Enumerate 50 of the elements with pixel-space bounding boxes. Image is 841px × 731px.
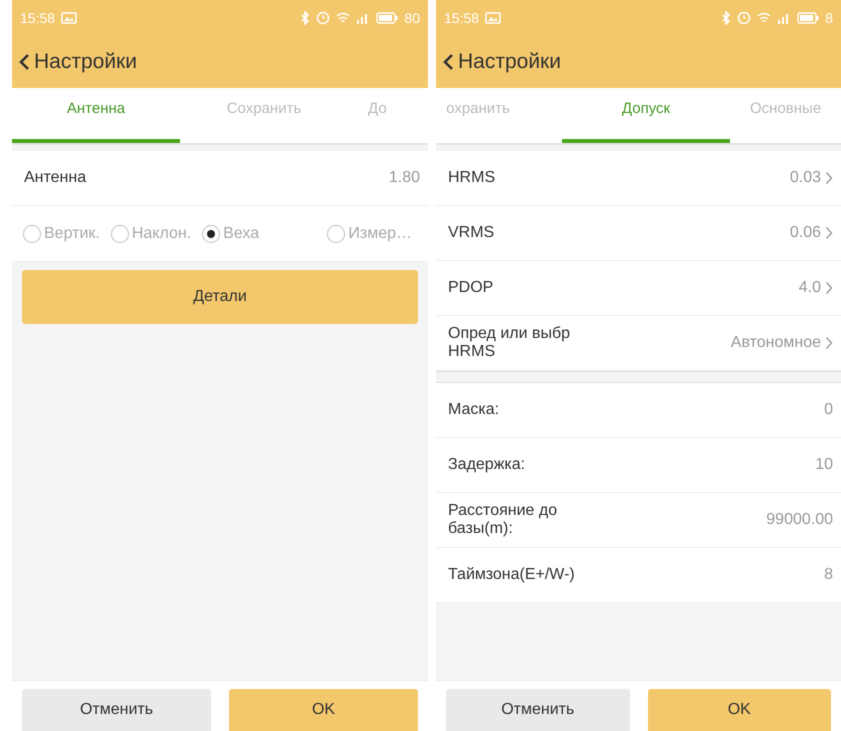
back-button[interactable]: Настройки xyxy=(442,46,561,78)
tab[interactable]: Антенна xyxy=(12,88,180,143)
setting-label: Расстояние до базы(m): xyxy=(448,502,558,538)
setting-label: PDOP xyxy=(448,278,494,298)
ok-button[interactable]: OK xyxy=(648,689,831,731)
battery-level: 80 xyxy=(404,8,420,28)
cancel-button[interactable]: Отменить xyxy=(446,689,630,731)
battery-icon xyxy=(797,12,820,24)
setting-row[interactable]: Задержка: 10 xyxy=(436,438,841,493)
setting-label: Антенна xyxy=(24,168,86,188)
setting-value: 10 xyxy=(815,455,833,475)
alarm-icon xyxy=(737,11,752,25)
setting-value: 0 xyxy=(824,400,833,420)
status-time: 15:58 xyxy=(444,8,480,28)
setting-value: 99000.00 xyxy=(766,510,833,530)
cancel-button[interactable]: Отменить xyxy=(22,689,211,731)
wifi-icon xyxy=(336,12,350,24)
back-icon xyxy=(442,53,454,71)
ok-button[interactable]: OK xyxy=(229,689,418,731)
setting-row[interactable]: PDOP 4.0 xyxy=(436,261,841,316)
setting-value: Автономное xyxy=(730,333,821,353)
status-time: 15:58 xyxy=(20,8,56,28)
tab[interactable]: Допуск xyxy=(562,88,730,143)
battery-level: 8 xyxy=(825,8,833,28)
setting-value: 4.0 xyxy=(798,278,821,298)
setting-label: Опред или выбр HRMS xyxy=(448,324,572,362)
image-icon xyxy=(61,12,78,24)
setting-value: 1.80 xyxy=(388,168,420,188)
setting-row[interactable]: Маска: 0 xyxy=(436,383,841,438)
setting-label: Таймзона(E+/W-) xyxy=(448,566,575,584)
setting-label: Задержка: xyxy=(448,456,526,474)
bluetooth-icon xyxy=(300,11,310,25)
setting-value: 8 xyxy=(824,565,833,585)
setting-label: VRMS xyxy=(448,224,494,242)
alarm-icon xyxy=(316,11,330,25)
setting-row[interactable]: Таймзона(E+/W-) 8 xyxy=(436,548,841,603)
setting-label: Маска: xyxy=(448,400,500,420)
back-icon xyxy=(18,53,30,71)
setting-value: 0.03 xyxy=(790,168,821,188)
wifi-icon xyxy=(757,12,772,24)
setting-row[interactable]: VRMS 0.06 xyxy=(436,206,841,261)
setting-row[interactable]: Расстояние до базы(m): 99000.00 xyxy=(436,493,841,548)
setting-value: 0.06 xyxy=(790,223,821,243)
image-icon xyxy=(485,12,502,24)
setting-row[interactable]: HRMS 0.03 xyxy=(436,151,841,206)
battery-icon xyxy=(376,12,398,24)
details-button[interactable]: Детали xyxy=(22,270,418,324)
back-button[interactable]: Настройки xyxy=(18,46,137,78)
setting-label: HRMS xyxy=(448,168,496,188)
bluetooth-icon xyxy=(721,11,732,25)
